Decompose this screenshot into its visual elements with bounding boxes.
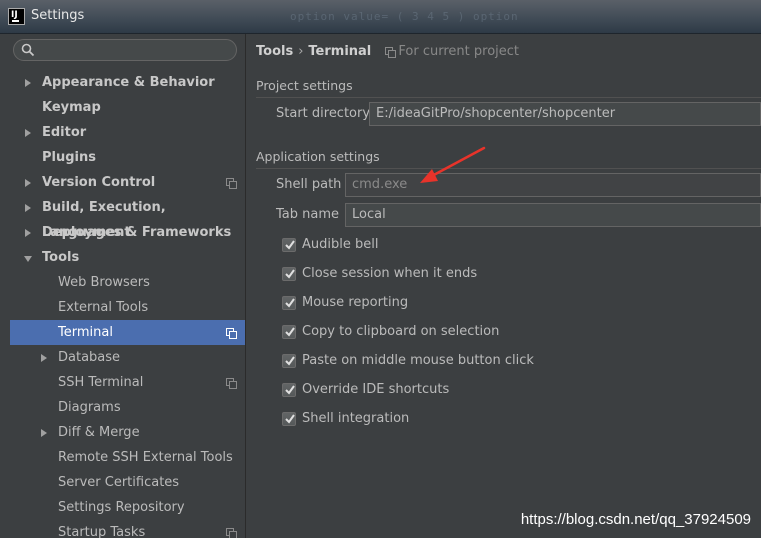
sidebar-item-languages-frameworks[interactable]: Languages & Frameworks (10, 220, 245, 245)
checkmark-icon (285, 385, 295, 395)
checkmark-icon (285, 240, 295, 250)
checkbox-box[interactable] (282, 267, 296, 281)
chevron-right-icon[interactable] (25, 204, 31, 212)
intellij-app-icon: IJ (8, 8, 25, 25)
project-scope-icon (226, 328, 237, 339)
sidebar-item-appearance-behavior[interactable]: Appearance & Behavior (10, 70, 245, 95)
chevron-right-icon[interactable] (25, 179, 31, 187)
sidebar-item-diff-merge[interactable]: Diff & Merge (10, 420, 245, 445)
sidebar-item-label: Plugins (42, 150, 96, 165)
checkmark-icon (285, 269, 295, 279)
terminal-settings-panel: Tools › Terminal For current project Proje… (246, 34, 761, 538)
sidebar-item-external-tools[interactable]: External Tools (10, 295, 245, 320)
checkbox-label: Close session when it ends (302, 266, 478, 281)
sidebar-item-database[interactable]: Database (10, 345, 245, 370)
checkbox-box[interactable] (282, 325, 296, 339)
checkmark-icon (285, 327, 295, 337)
checkmark-icon (285, 414, 295, 424)
checkbox-box[interactable] (282, 296, 296, 310)
sidebar-item-label: External Tools (58, 300, 149, 315)
settings-search-input[interactable] (13, 39, 237, 61)
sidebar-item-plugins[interactable]: Plugins (10, 145, 245, 170)
sidebar-item-label: SSH Terminal (58, 375, 144, 390)
checkbox-box[interactable] (282, 354, 296, 368)
window-title: Settings (31, 8, 85, 23)
chevron-right-icon[interactable] (25, 229, 31, 237)
sidebar-item-label: Languages & Frameworks (42, 225, 232, 240)
sidebar-item-label: Diff & Merge (58, 425, 140, 440)
sidebar-item-version-control[interactable]: Version Control (10, 170, 245, 195)
sidebar-item-label: Version Control (42, 175, 156, 190)
sidebar-item-editor[interactable]: Editor (10, 120, 245, 145)
checkbox-label: Override IDE shortcuts (302, 382, 450, 397)
checkbox-label: Paste on middle mouse button click (302, 353, 534, 368)
chevron-right-icon[interactable] (25, 129, 31, 137)
checkbox-label: Mouse reporting (302, 295, 409, 310)
project-scope-icon (226, 378, 237, 389)
sidebar-item-label: Server Certificates (58, 475, 180, 490)
sidebar-item-label: Web Browsers (58, 275, 150, 290)
chevron-right-icon[interactable] (25, 79, 31, 87)
sidebar-item-label: Appearance & Behavior (42, 75, 215, 90)
sidebar-item-startup-tasks[interactable]: Startup Tasks (10, 520, 245, 538)
sidebar-item-label: Terminal (58, 325, 113, 340)
checkbox-box[interactable] (282, 238, 296, 252)
sidebar-item-tools[interactable]: Tools (10, 245, 245, 270)
title-bar: IJ Settings option value= ( 3 4 5 ) opti… (0, 0, 761, 34)
sidebar-item-web-browsers[interactable]: Web Browsers (10, 270, 245, 295)
sidebar-item-label: Settings Repository (58, 500, 185, 515)
chevron-right-icon[interactable] (41, 354, 47, 362)
sidebar-item-label: Remote SSH External Tools (58, 450, 233, 465)
project-scope-icon (226, 178, 237, 189)
chevron-down-icon[interactable] (24, 256, 32, 262)
chevron-right-icon[interactable] (41, 429, 47, 437)
checkbox-box[interactable] (282, 412, 296, 426)
sidebar-item-settings-repository[interactable]: Settings Repository (10, 495, 245, 520)
sidebar-item-label: Startup Tasks (58, 525, 146, 538)
sidebar-item-build-execution-deployment[interactable]: Build, Execution, Deployment (10, 195, 245, 240)
sidebar-item-label: Tools (42, 250, 80, 265)
background-window-text: option value= ( 3 4 5 ) option (290, 10, 519, 23)
sidebar-item-label: Database (58, 350, 121, 365)
sidebar-item-diagrams[interactable]: Diagrams (10, 395, 245, 420)
sidebar-item-server-certificates[interactable]: Server Certificates (10, 470, 245, 495)
sidebar-item-terminal[interactable]: Terminal (10, 320, 245, 345)
checkmark-icon (285, 356, 295, 366)
sidebar-item-ssh-terminal[interactable]: SSH Terminal (10, 370, 245, 395)
annotation-arrow-icon (420, 146, 486, 183)
checkbox-label: Audible bell (302, 237, 379, 252)
watermark-url: https://blog.csdn.net/qq_37924509 (520, 511, 751, 528)
settings-sidebar: Appearance & Behavior Keymap Editor Plugins… (0, 34, 246, 538)
checkbox-box[interactable] (282, 383, 296, 397)
sidebar-item-label: Diagrams (58, 400, 121, 415)
project-scope-icon (226, 528, 237, 538)
sidebar-item-label: Editor (42, 125, 87, 140)
sidebar-item-keymap[interactable]: Keymap (10, 95, 245, 120)
checkmark-icon (285, 298, 295, 308)
search-icon (21, 43, 35, 57)
sidebar-item-label: Keymap (42, 100, 101, 115)
checkbox-label: Shell integration (302, 411, 410, 426)
checkbox-label: Copy to clipboard on selection (302, 324, 500, 339)
sidebar-item-remote-ssh-external-tools[interactable]: Remote SSH External Tools (10, 445, 245, 470)
